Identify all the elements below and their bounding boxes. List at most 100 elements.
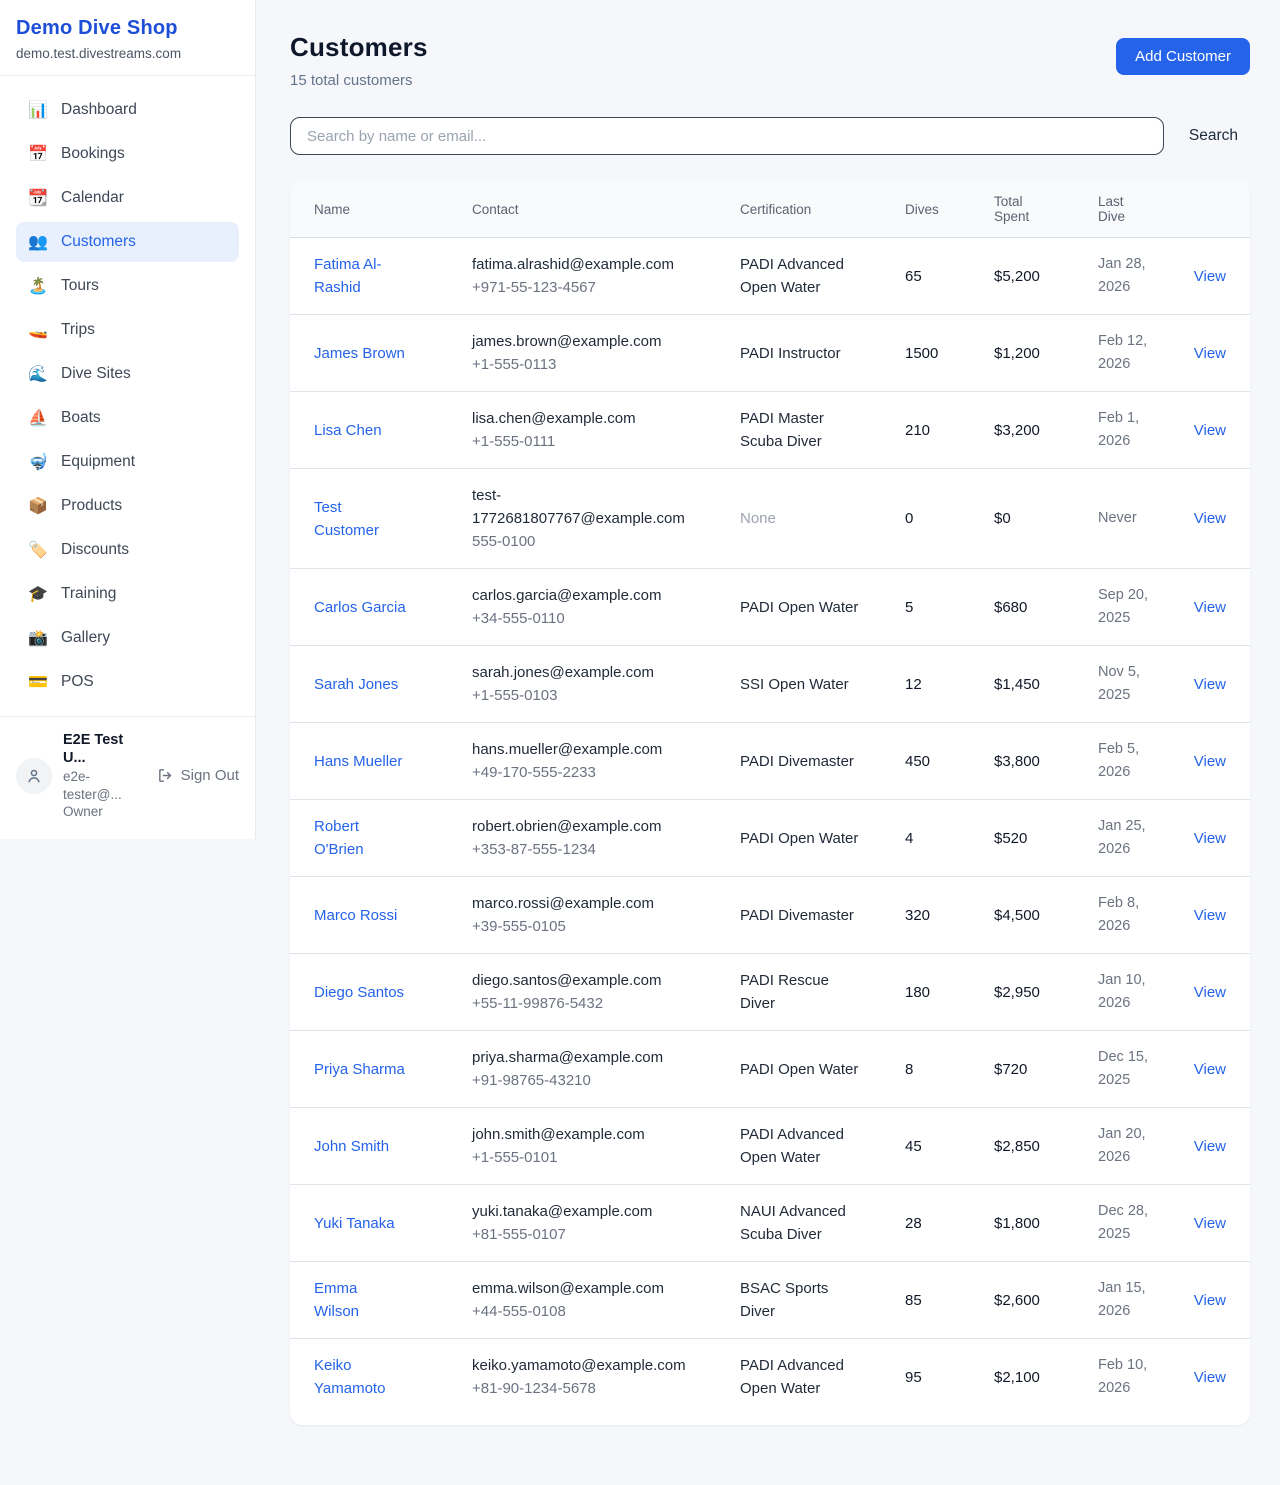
sidebar-item-trips[interactable]: 🚤 Trips	[16, 310, 239, 350]
view-customer-link[interactable]: View	[1194, 750, 1226, 773]
customer-name-cell: Carlos Garcia	[290, 569, 460, 645]
view-customer-link[interactable]: View	[1194, 596, 1226, 619]
customer-name-link[interactable]: Marco Rossi	[314, 904, 397, 927]
customer-certification-cell: PADI Advanced Open Water	[728, 1108, 893, 1184]
customer-phone: +353-87-555-1234	[472, 838, 661, 861]
customer-last-dive-cell: Never	[1086, 469, 1184, 568]
customer-total-spent: $680	[994, 596, 1027, 619]
customer-name-cell: Test Customer	[290, 469, 460, 568]
view-customer-link[interactable]: View	[1194, 673, 1226, 696]
view-customer-link[interactable]: View	[1194, 1058, 1226, 1081]
customer-name-link[interactable]: Test Customer	[314, 496, 406, 542]
customer-certification-cell: PADI Advanced Open Water	[728, 1339, 893, 1415]
table-row: Fatima Al-Rashid fatima.alrashid@example…	[290, 238, 1250, 315]
view-customer-link[interactable]: View	[1194, 1289, 1226, 1312]
customer-phone: +81-90-1234-5678	[472, 1377, 686, 1400]
sidebar-item-boats[interactable]: ⛵ Boats	[16, 398, 239, 438]
view-customer-link[interactable]: View	[1194, 1135, 1226, 1158]
customer-total-spent-cell: $4,500	[982, 877, 1086, 953]
sidebar-item-bookings[interactable]: 📅 Bookings	[16, 134, 239, 174]
customer-name-link[interactable]: Diego Santos	[314, 981, 404, 1004]
sidebar-item-tours[interactable]: 🏝️ Tours	[16, 266, 239, 306]
customer-total-spent: $0	[994, 507, 1011, 530]
customer-dives-cell: 210	[893, 392, 982, 468]
search-button[interactable]: Search	[1177, 119, 1250, 153]
customer-name-link[interactable]: Lisa Chen	[314, 419, 382, 442]
customer-name-link[interactable]: Priya Sharma	[314, 1058, 405, 1081]
sidebar-item-pos[interactable]: 💳 POS	[16, 662, 239, 702]
customer-total-spent-cell: $1,200	[982, 315, 1086, 391]
customer-name-link[interactable]: Robert O'Brien	[314, 815, 406, 861]
page-header: Customers 15 total customers Add Custome…	[290, 32, 1250, 89]
view-customer-link[interactable]: View	[1194, 904, 1226, 927]
view-customer-link[interactable]: View	[1194, 265, 1226, 288]
customer-name-link[interactable]: Yuki Tanaka	[314, 1212, 395, 1235]
customer-name-link[interactable]: Hans Mueller	[314, 750, 402, 773]
sidebar-item-dive-sites[interactable]: 🌊 Dive Sites	[16, 354, 239, 394]
view-customer-link[interactable]: View	[1194, 1366, 1226, 1389]
customer-action-cell: View	[1184, 1108, 1250, 1184]
customer-contact-cell: sarah.jones@example.com +1-555-0103	[460, 646, 728, 722]
customer-last-dive-cell: Nov 5, 2025	[1086, 646, 1184, 722]
sidebar-item-equipment[interactable]: 🤿 Equipment	[16, 442, 239, 482]
sidebar-item-products[interactable]: 📦 Products	[16, 486, 239, 526]
search-input[interactable]	[290, 117, 1164, 155]
customer-name-link[interactable]: Carlos Garcia	[314, 596, 406, 619]
customer-dives: 1500	[905, 342, 938, 365]
customer-dives-cell: 450	[893, 723, 982, 799]
customer-name-link[interactable]: Sarah Jones	[314, 673, 398, 696]
view-customer-link[interactable]: View	[1194, 981, 1226, 1004]
customer-certification: PADI Master Scuba Diver	[740, 407, 867, 453]
customer-last-dive-cell: Sep 20, 2025	[1086, 569, 1184, 645]
customer-dives-cell: 45	[893, 1108, 982, 1184]
customer-name-link[interactable]: Emma Wilson	[314, 1277, 406, 1323]
view-customer-link[interactable]: View	[1194, 342, 1226, 365]
user-name: E2E Test U...	[63, 731, 146, 767]
sidebar-item-training[interactable]: 🎓 Training	[16, 574, 239, 614]
customer-certification-cell: PADI Advanced Open Water	[728, 238, 893, 314]
customer-phone: +1-555-0103	[472, 684, 654, 707]
customer-email: priya.sharma@example.com	[472, 1046, 663, 1069]
customer-name-link[interactable]: John Smith	[314, 1135, 389, 1158]
customer-certification: PADI Open Water	[740, 1058, 858, 1081]
customer-dives: 210	[905, 419, 930, 442]
sign-out-button[interactable]: Sign Out	[157, 767, 239, 784]
customer-action-cell: View	[1184, 392, 1250, 468]
customer-last-dive-cell: Jan 28, 2026	[1086, 238, 1184, 314]
page-header-text: Customers 15 total customers	[290, 32, 428, 89]
table-header-row: NameContactCertificationDivesTotal Spent…	[290, 181, 1250, 238]
sidebar-item-gallery[interactable]: 📸 Gallery	[16, 618, 239, 658]
view-customer-link[interactable]: View	[1194, 507, 1226, 530]
view-customer-link[interactable]: View	[1194, 1212, 1226, 1235]
add-customer-button[interactable]: Add Customer	[1116, 38, 1250, 75]
customer-total-spent: $2,850	[994, 1135, 1040, 1158]
sidebar-user-section: E2E Test U... e2e-tester@... Owner Sign …	[0, 716, 255, 835]
shop-name: Demo Dive Shop	[16, 17, 239, 40]
sidebar-item-customers[interactable]: 👥 Customers	[16, 222, 239, 262]
sidebar-item-calendar[interactable]: 📆 Calendar	[16, 178, 239, 218]
view-customer-link[interactable]: View	[1194, 419, 1226, 442]
customer-email: sarah.jones@example.com	[472, 661, 654, 684]
customer-name-link[interactable]: Keiko Yamamoto	[314, 1354, 406, 1400]
customer-last-dive: Feb 5, 2026	[1098, 738, 1156, 784]
customer-total-spent-cell: $1,800	[982, 1185, 1086, 1261]
sidebar-item-dashboard[interactable]: 📊 Dashboard	[16, 90, 239, 130]
customer-certification-cell: PADI Master Scuba Diver	[728, 392, 893, 468]
customer-action-cell: View	[1184, 723, 1250, 799]
customer-dives-cell: 8	[893, 1031, 982, 1107]
customer-name-link[interactable]: Fatima Al-Rashid	[314, 253, 406, 299]
customer-total-spent-cell: $2,950	[982, 954, 1086, 1030]
customer-name-cell: Priya Sharma	[290, 1031, 460, 1107]
customer-last-dive-cell: Feb 12, 2026	[1086, 315, 1184, 391]
customer-name-link[interactable]: James Brown	[314, 342, 405, 365]
customer-last-dive-cell: Jan 15, 2026	[1086, 1262, 1184, 1338]
view-customer-link[interactable]: View	[1194, 827, 1226, 850]
calendar-icon: 📆	[28, 188, 48, 208]
customer-last-dive-cell: Feb 5, 2026	[1086, 723, 1184, 799]
customer-last-dive: Jan 25, 2026	[1098, 815, 1156, 861]
customer-action-cell: View	[1184, 1339, 1250, 1415]
customer-total-spent: $5,200	[994, 265, 1040, 288]
sidebar-item-discounts[interactable]: 🏷️ Discounts	[16, 530, 239, 570]
customer-email: marco.rossi@example.com	[472, 892, 654, 915]
customer-certification: BSAC Sports Diver	[740, 1277, 867, 1323]
